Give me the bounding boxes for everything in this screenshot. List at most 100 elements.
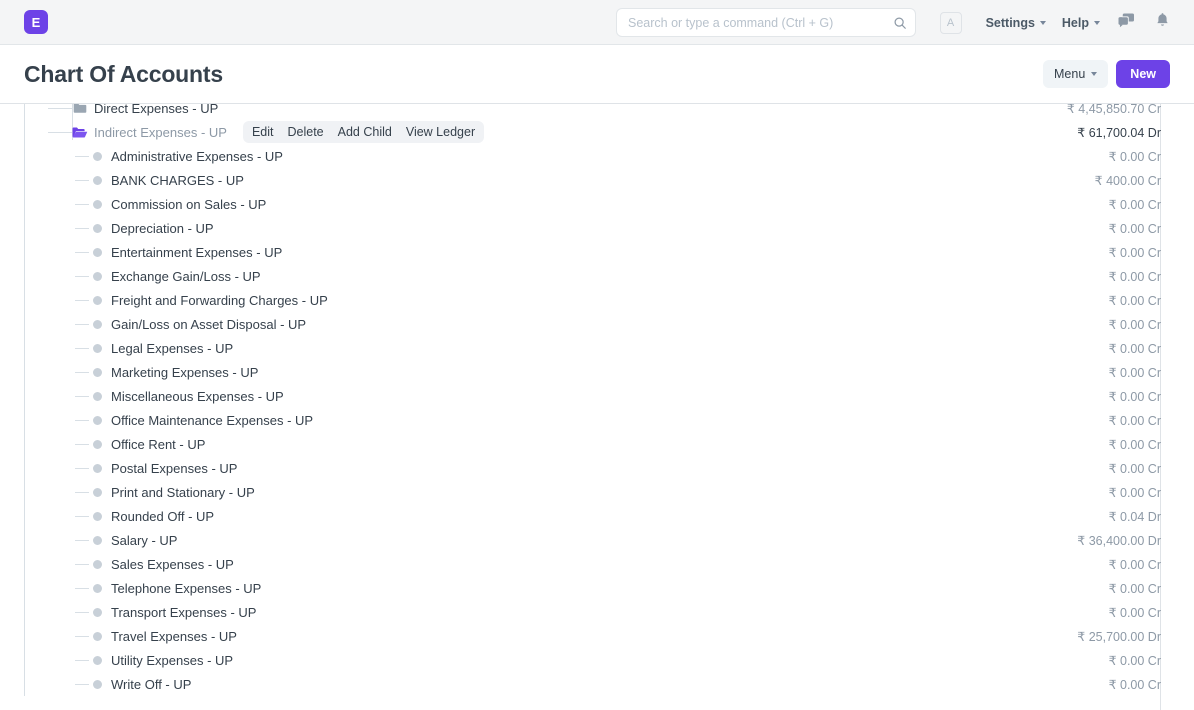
tree-node-label: Legal Expenses - UP [111, 341, 233, 356]
tree-node-balance: ₹ 0.00 Cr [1109, 293, 1161, 308]
tree-node-label: Freight and Forwarding Charges - UP [111, 293, 328, 308]
tree-leaf[interactable]: Freight and Forwarding Charges - UP [89, 292, 328, 308]
action-add-child-button[interactable]: Add Child [331, 123, 399, 141]
tree-row[interactable]: Administrative Expenses - UP₹ 0.00 Cr [72, 144, 1194, 168]
tree-row[interactable]: Exchange Gain/Loss - UP ₹ 0.00 Cr [72, 264, 1194, 288]
chevron-down-icon [1040, 21, 1046, 25]
tree-leaf[interactable]: Marketing Expenses - UP [89, 364, 258, 380]
tree-connector [75, 420, 89, 421]
tree-leaf[interactable]: Gain/Loss on Asset Disposal - UP [89, 316, 306, 332]
tree-row[interactable]: Telephone Expenses - UP ₹ 0.00 Cr [72, 576, 1194, 600]
tree-node-balance: ₹ 0.00 Cr [1109, 317, 1161, 332]
tree-leaf[interactable]: Travel Expenses - UP [89, 628, 237, 644]
tree-row[interactable]: Utility Expenses - UP₹ 0.00 Cr [72, 648, 1194, 672]
tree-row[interactable]: Transport Expenses - UP ₹ 0.00 Cr [72, 600, 1194, 624]
tree-row[interactable]: Depreciation - UP₹ 0.00 Cr [72, 216, 1194, 240]
tree-node-balance: ₹ 4,45,850.70 Cr [1067, 103, 1161, 116]
search-input[interactable] [628, 16, 893, 30]
tree-connector [75, 372, 89, 373]
tree-connector [75, 156, 89, 157]
tree-row[interactable]: Direct Expenses - UP ₹ 4,45,850.70 Cr [24, 103, 1194, 120]
chat-button[interactable] [1108, 7, 1145, 39]
app-logo[interactable]: E [24, 10, 48, 34]
tree-row[interactable]: Postal Expenses - UP₹ 0.00 Cr [72, 456, 1194, 480]
leaf-dot-icon [89, 196, 105, 212]
tree-leaf[interactable]: Print and Stationary - UP [89, 484, 255, 500]
tree-node-balance: ₹ 0.00 Cr [1109, 605, 1161, 620]
help-label: Help [1062, 16, 1089, 30]
leaf-dot-icon [89, 340, 105, 356]
tree-node-balance: ₹ 0.00 Cr [1109, 245, 1161, 260]
help-dropdown[interactable]: Help [1054, 10, 1108, 36]
tree-leaf[interactable]: Commission on Sales - UP [89, 196, 266, 212]
tree-row[interactable]: Write Off - UP₹ 0.00 Cr [72, 672, 1194, 696]
tree-node-toggle[interactable]: Indirect Expenses - UP [72, 124, 227, 140]
tree-node-label: Travel Expenses - UP [111, 629, 237, 644]
tree-node: Direct Expenses - UP ₹ 4,45,850.70 Cr [24, 103, 1194, 120]
tree-node-label: BANK CHARGES - UP [111, 173, 244, 188]
tree-row[interactable]: Miscellaneous Expenses - UP ₹ 0.00 Cr [72, 384, 1194, 408]
tree-top-nodes: Direct Expenses - UP ₹ 4,45,850.70 Cr Indi… [24, 103, 1194, 144]
tree-leaf[interactable]: Postal Expenses - UP [89, 460, 237, 476]
tree-node-toggle[interactable]: Direct Expenses - UP [72, 103, 218, 116]
tree-node-balance: ₹ 0.00 Cr [1109, 581, 1161, 596]
tree-leaf[interactable]: Utility Expenses - UP [89, 652, 233, 668]
tree-connector [75, 252, 89, 253]
tree-row[interactable]: Salary - UP₹ 36,400.00 Dr [72, 528, 1194, 552]
tree-row[interactable]: Commission on Sales - UP₹ 0.00 Cr [72, 192, 1194, 216]
tree-leaf[interactable]: Exchange Gain/Loss - UP [89, 268, 261, 284]
global-search[interactable] [616, 8, 916, 37]
new-button[interactable]: New [1116, 60, 1170, 88]
tree-connector [75, 276, 89, 277]
leaf-dot-icon [89, 244, 105, 260]
settings-dropdown[interactable]: Settings [978, 10, 1054, 36]
tree-leaf[interactable]: Administrative Expenses - UP [89, 148, 283, 164]
action-view-ledger-button[interactable]: View Ledger [399, 123, 482, 141]
tree-leaf[interactable]: Transport Expenses - UP [89, 604, 256, 620]
tree-row[interactable]: Marketing Expenses - UP₹ 0.00 Cr [72, 360, 1194, 384]
tree-leaf[interactable]: Miscellaneous Expenses - UP [89, 388, 284, 404]
action-edit-button[interactable]: Edit [245, 123, 281, 141]
tree-leaf[interactable]: Telephone Expenses - UP [89, 580, 261, 596]
leaf-dot-icon [89, 676, 105, 692]
tree-row[interactable]: BANK CHARGES - UP ₹ 400.00 Cr [72, 168, 1194, 192]
tree-node-balance: ₹ 400.00 Cr [1095, 173, 1161, 188]
tree-node-label: Marketing Expenses - UP [111, 365, 258, 380]
tree-row[interactable]: Freight and Forwarding Charges - UP ₹ 0.0… [72, 288, 1194, 312]
tree-node-balance: ₹ 0.00 Cr [1109, 269, 1161, 284]
avatar[interactable]: A [940, 12, 962, 34]
tree-leaf[interactable]: Sales Expenses - UP [89, 556, 234, 572]
tree-leaf[interactable]: Depreciation - UP [89, 220, 214, 236]
tree-leaf[interactable]: Entertainment Expenses - UP [89, 244, 282, 260]
tree-leaf[interactable]: BANK CHARGES - UP [89, 172, 244, 188]
tree-row[interactable]: Rounded Off - UP₹ 0.04 Dr [72, 504, 1194, 528]
tree-node: Indirect Expenses - UP EditDeleteAdd Chil… [24, 120, 1194, 144]
tree-node-label: Telephone Expenses - UP [111, 581, 261, 596]
tree-leaf[interactable]: Write Off - UP [89, 676, 191, 692]
tree-leaf[interactable]: Salary - UP [89, 532, 177, 548]
menu-button[interactable]: Menu [1043, 60, 1108, 88]
leaf-dot-icon [89, 628, 105, 644]
tree-row[interactable]: Indirect Expenses - UP EditDeleteAdd Chil… [24, 120, 1194, 144]
tree-connector [75, 492, 89, 493]
tree-row[interactable]: Gain/Loss on Asset Disposal - UP ₹ 0.00 C… [72, 312, 1194, 336]
tree-node-label: Depreciation - UP [111, 221, 214, 236]
folder-open-icon[interactable] [72, 124, 88, 140]
tree-row[interactable]: Legal Expenses - UP₹ 0.00 Cr [72, 336, 1194, 360]
notifications-button[interactable] [1145, 6, 1180, 39]
leaf-dot-icon [89, 652, 105, 668]
leaf-dot-icon [89, 388, 105, 404]
tree-leaf[interactable]: Office Maintenance Expenses - UP [89, 412, 313, 428]
tree-row[interactable]: Print and Stationary - UP₹ 0.00 Cr [72, 480, 1194, 504]
tree-node-balance: ₹ 0.00 Cr [1109, 389, 1161, 404]
tree-row[interactable]: Office Rent - UP₹ 0.00 Cr [72, 432, 1194, 456]
tree-leaf[interactable]: Legal Expenses - UP [89, 340, 233, 356]
tree-row[interactable]: Sales Expenses - UP₹ 0.00 Cr [72, 552, 1194, 576]
tree-row[interactable]: Office Maintenance Expenses - UP₹ 0.00 C… [72, 408, 1194, 432]
tree-row[interactable]: Travel Expenses - UP₹ 25,700.00 Dr [72, 624, 1194, 648]
tree-row[interactable]: Entertainment Expenses - UP ₹ 0.00 Cr [72, 240, 1194, 264]
folder-closed-icon[interactable] [72, 103, 88, 116]
tree-leaf[interactable]: Rounded Off - UP [89, 508, 214, 524]
action-delete-button[interactable]: Delete [281, 123, 331, 141]
tree-leaf[interactable]: Office Rent - UP [89, 436, 205, 452]
